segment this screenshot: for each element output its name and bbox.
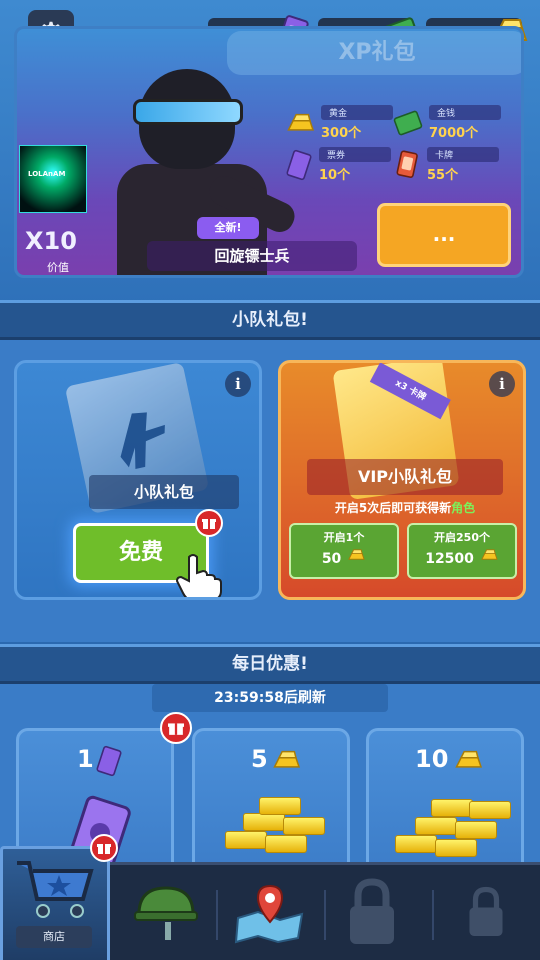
gold-bar-icon	[273, 750, 301, 768]
reward-value: 10个	[319, 168, 351, 183]
tap-hand-icon	[175, 554, 222, 597]
reward-label: 票券	[319, 147, 391, 162]
open-option-title: 开启1个	[323, 531, 365, 544]
reward-label: 金钱	[429, 105, 501, 120]
gold-bar-icon	[480, 549, 498, 560]
vip-squad-pack-card[interactable]: i x3 卡牌 VIP小队礼包 开启5次后即可获得新角色 开启1个 50 开启2…	[278, 360, 526, 600]
squad-section-header: 小队礼包!	[0, 300, 540, 340]
gold-pile-image	[395, 791, 511, 871]
gift-icon	[90, 834, 118, 862]
reward-cards: 卡牌 55个	[393, 147, 499, 183]
reward-tickets: 票券 10个	[285, 147, 391, 183]
vip-pack-label: VIP小队礼包	[307, 459, 503, 495]
lock-icon	[350, 878, 394, 944]
ticket-icon	[286, 149, 312, 181]
card-icon	[396, 150, 418, 178]
streamer-name: LOLAnAM	[28, 170, 66, 178]
shop-label: 商店	[16, 926, 92, 948]
gold-pile-image	[221, 791, 331, 871]
value-multiplier-label: 价值	[47, 261, 69, 274]
open-option-price: 50	[321, 551, 342, 567]
deal-count: 1	[77, 745, 94, 773]
deal-count: 10	[415, 745, 449, 773]
new-badge: 全新!	[197, 217, 259, 239]
info-button[interactable]: i	[225, 371, 251, 397]
nav-item-map[interactable]	[220, 872, 320, 952]
character-name: 回旋镖士兵	[147, 241, 357, 271]
nav-item-locked-2[interactable]	[436, 872, 536, 952]
open-1-button[interactable]: 开启1个 50	[289, 523, 399, 579]
map-icon	[234, 884, 304, 944]
streamer-avatar: LOLAnAM	[19, 145, 87, 213]
shop-cart-icon	[17, 861, 94, 918]
reward-value: 7000个	[429, 126, 479, 141]
nav-item-locked-1[interactable]	[322, 872, 422, 952]
free-squad-pack-card[interactable]: i 小队礼包 免费	[14, 360, 262, 600]
open-option-title: 开启250个	[434, 531, 490, 544]
lock-icon	[469, 886, 503, 936]
open-250-button[interactable]: 开启250个 12500	[407, 523, 517, 579]
vip-subtitle-text: 开启5次后即可获得新	[334, 501, 452, 515]
reward-gold: 黄金 300个	[285, 105, 393, 141]
refresh-timer: 23:59:58后刷新	[152, 684, 388, 712]
reward-value: 55个	[427, 168, 459, 183]
gift-icon	[160, 712, 192, 744]
gold-bar-icon	[455, 750, 483, 768]
open-option-price: 12500	[425, 551, 474, 567]
nav-divider	[432, 890, 434, 940]
value-multiplier: X10	[25, 227, 77, 255]
reward-label: 卡牌	[427, 147, 499, 162]
deal-count: 5	[251, 745, 268, 773]
daily-section-header: 每日优惠!	[0, 644, 540, 684]
nav-divider	[216, 890, 218, 940]
vip-subtitle-highlight: 角色	[451, 501, 476, 515]
gold-bar-icon	[287, 113, 315, 131]
free-pack-label: 小队礼包	[89, 475, 239, 509]
vip-pack-subtitle: 开启5次后即可获得新角色	[281, 499, 523, 516]
reward-cash: 金钱 7000个	[393, 105, 501, 141]
gold-bar-icon	[348, 549, 365, 560]
info-button[interactable]: i	[489, 371, 515, 397]
gift-icon	[195, 509, 223, 537]
hero-offer-banner[interactable]: XP礼包 LOLAnAM X10 价值 全新! 回旋镖士兵 黄金 300个 金钱…	[14, 26, 524, 278]
buy-button[interactable]: ...	[377, 203, 511, 267]
reward-value: 300个	[321, 126, 362, 141]
cash-icon	[393, 110, 423, 136]
ticket-icon	[96, 745, 122, 777]
reward-label: 黄金	[321, 105, 393, 120]
nav-item-loadout[interactable]	[116, 872, 216, 952]
helmet-icon	[134, 886, 198, 940]
